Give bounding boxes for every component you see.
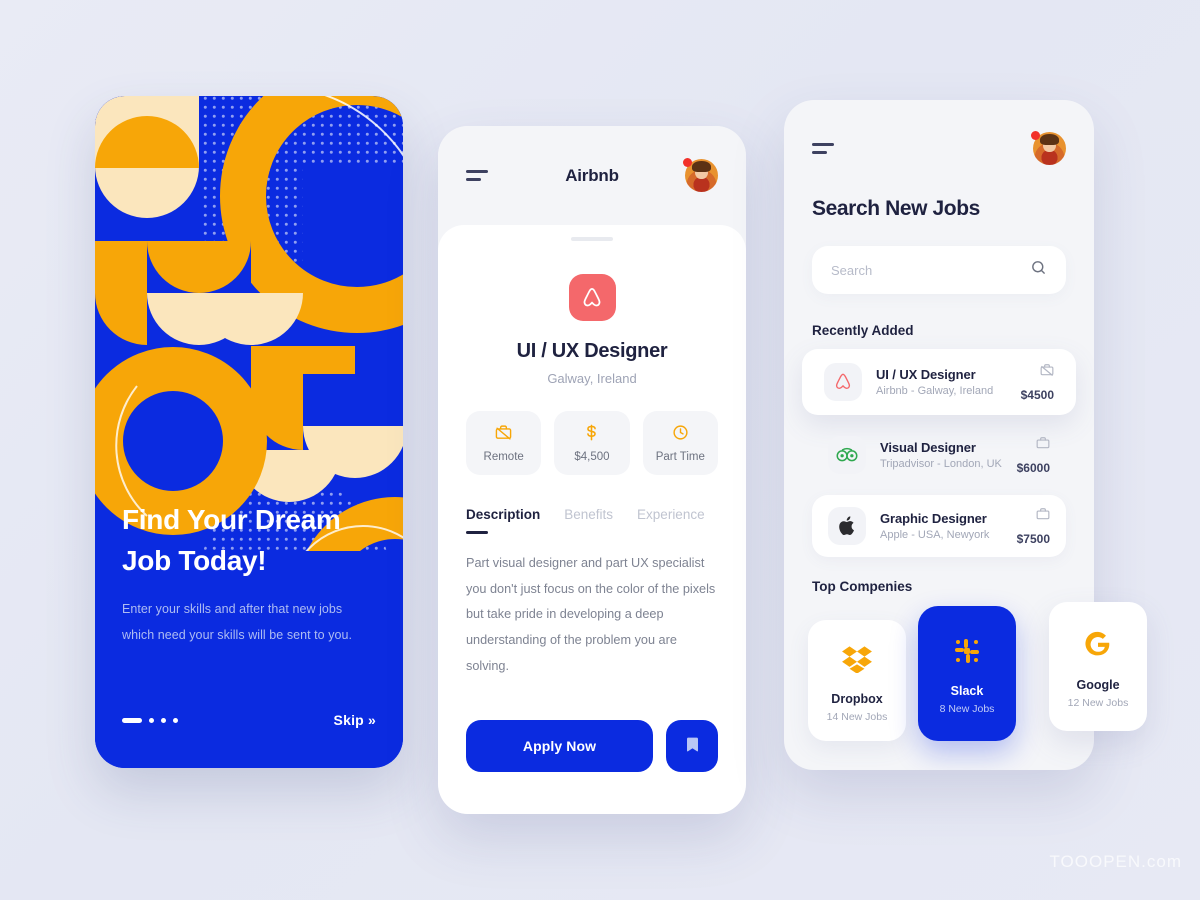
job-attribute-chips: Remote $4,500 Part Time	[466, 411, 718, 475]
job-item-title: Graphic Designer	[880, 511, 987, 526]
briefcase-off-icon	[495, 424, 512, 446]
job-item-pay: $4500	[1020, 387, 1054, 402]
onboarding-copy: Find Your Dream Job Today! Enter your sk…	[122, 500, 382, 648]
job-location: Galway, Ireland	[547, 371, 637, 386]
search-input[interactable]	[831, 262, 1030, 278]
tab-description[interactable]: Description	[466, 507, 540, 522]
job-list-item-visual[interactable]: Visual Designer Tripadvisor - London, UK…	[812, 424, 1066, 486]
briefcase-off-icon	[1040, 363, 1054, 382]
notification-dot	[1031, 131, 1040, 140]
job-detail-phone-screen: Airbnb UI / UX Designer Galway, Ireland	[438, 126, 746, 814]
google-logo	[1049, 628, 1147, 662]
job-title: UI / UX Designer	[516, 340, 668, 362]
job-list-item-uiux[interactable]: UI / UX Designer Airbnb - Galway, Irelan…	[802, 349, 1076, 415]
clock-icon	[672, 424, 689, 446]
job-item-body: UI / UX Designer Airbnb - Galway, Irelan…	[876, 367, 1007, 397]
skip-button[interactable]: Skip »	[334, 712, 376, 728]
briefcase-icon	[1036, 507, 1050, 526]
company-name: Slack	[950, 684, 984, 698]
detail-actions: Apply Now	[466, 720, 718, 772]
page-indicator-dot[interactable]	[161, 717, 166, 723]
job-item-title: UI / UX Designer	[876, 367, 976, 382]
notification-dot	[683, 158, 692, 167]
job-description: Part visual designer and part UX special…	[466, 556, 716, 673]
chip-salary[interactable]: $4,500	[554, 411, 630, 475]
company-card-slack[interactable]: Slack 8 New Jobs	[918, 606, 1016, 741]
tripadvisor-logo	[828, 436, 866, 474]
job-list: UI / UX Designer Airbnb - Galway, Irelan…	[784, 349, 1094, 557]
page-indicator-dot[interactable]	[149, 717, 154, 723]
job-item-body: Visual Designer Tripadvisor - London, UK	[880, 440, 1003, 470]
search-bar[interactable]	[812, 246, 1066, 294]
job-item-meta: Apple - USA, Newyork	[880, 529, 990, 541]
sheet-grabber[interactable]	[571, 237, 613, 241]
company-card-dropbox[interactable]: Dropbox 14 New Jobs	[808, 620, 906, 741]
onboarding-phone-screen: Find Your Dream Job Today! Enter your sk…	[95, 96, 403, 768]
chip-remote-label: Remote	[483, 450, 524, 463]
job-item-right: $4500	[1021, 363, 1054, 402]
avatar[interactable]	[1031, 131, 1066, 165]
airbnb-logo	[824, 363, 862, 401]
onboarding-title-line-1: Find Your Dream	[122, 503, 341, 535]
page-indicator-dot[interactable]	[173, 717, 178, 723]
job-item-pay: $7500	[1016, 531, 1050, 546]
chip-remote[interactable]: Remote	[466, 411, 542, 475]
company-name: Google	[1076, 678, 1120, 692]
dollar-icon	[583, 424, 600, 446]
job-item-right: $6000	[1017, 436, 1050, 475]
search-icon[interactable]	[1030, 259, 1047, 281]
onboarding-footer: Skip »	[122, 712, 376, 728]
tab-experience[interactable]: Experience	[637, 507, 705, 522]
job-list-item-graphic[interactable]: Graphic Designer Apple - USA, Newyork $7…	[812, 495, 1066, 557]
page-title: Search New Jobs	[812, 197, 980, 220]
job-item-pay: $6000	[1016, 460, 1050, 475]
company-jobs: 12 New Jobs	[1067, 697, 1129, 709]
detail-sheet: UI / UX Designer Galway, Ireland Remote	[438, 225, 746, 814]
page-indicator[interactable]	[122, 717, 178, 723]
geometric-pattern-background	[95, 96, 403, 768]
company-jobs: 14 New Jobs	[826, 711, 888, 723]
bookmark-icon	[684, 736, 701, 756]
job-item-title: Visual Designer	[880, 440, 976, 455]
search-header	[784, 100, 1094, 197]
briefcase-icon	[1036, 436, 1050, 455]
bookmark-button[interactable]	[666, 720, 718, 772]
slack-logo	[918, 634, 1016, 668]
apply-now-button[interactable]: Apply Now	[466, 720, 653, 772]
onboarding-title: Find Your Dream Job Today!	[122, 500, 382, 582]
avatar[interactable]	[683, 158, 718, 192]
apple-logo	[828, 507, 866, 545]
dropbox-logo	[808, 642, 906, 676]
tab-benefits[interactable]: Benefits	[564, 507, 613, 522]
job-item-meta: Tripadvisor - London, UK	[880, 458, 1002, 470]
search-phone-screen: Search New Jobs Recently Added UI / UX D…	[784, 100, 1094, 770]
company-name: Dropbox	[831, 692, 883, 706]
job-item-meta: Airbnb - Galway, Ireland	[876, 385, 994, 397]
recently-added-label: Recently Added	[812, 323, 914, 338]
onboarding-subtitle-line-2: which need your skills will be sent to y…	[122, 627, 353, 642]
top-companies-label: Top Compenies	[812, 579, 913, 594]
onboarding-subtitle-line-1: Enter your skills and after that new job…	[122, 601, 343, 616]
onboarding-subtitle: Enter your skills and after that new job…	[122, 596, 382, 649]
active-tab-underline	[466, 531, 488, 534]
chip-parttime[interactable]: Part Time	[642, 411, 718, 475]
company-card-google[interactable]: Google 12 New Jobs	[1049, 602, 1147, 731]
hamburger-icon[interactable]	[466, 170, 488, 181]
airbnb-logo	[568, 274, 616, 321]
chip-salary-label: $4,500	[574, 450, 610, 463]
detail-tabs: Description Benefits Experience	[466, 507, 718, 534]
job-item-body: Graphic Designer Apple - USA, Newyork	[880, 511, 1003, 541]
hamburger-icon[interactable]	[812, 143, 834, 154]
job-item-right: $7500	[1017, 507, 1050, 546]
watermark: TOOOPEN.com	[1049, 852, 1182, 871]
company-jobs: 8 New Jobs	[939, 703, 995, 715]
page-indicator-active[interactable]	[122, 717, 142, 723]
chip-parttime-label: Part Time	[655, 450, 705, 463]
onboarding-title-line-2: Job Today!	[122, 544, 267, 576]
detail-header: Airbnb	[438, 126, 746, 225]
